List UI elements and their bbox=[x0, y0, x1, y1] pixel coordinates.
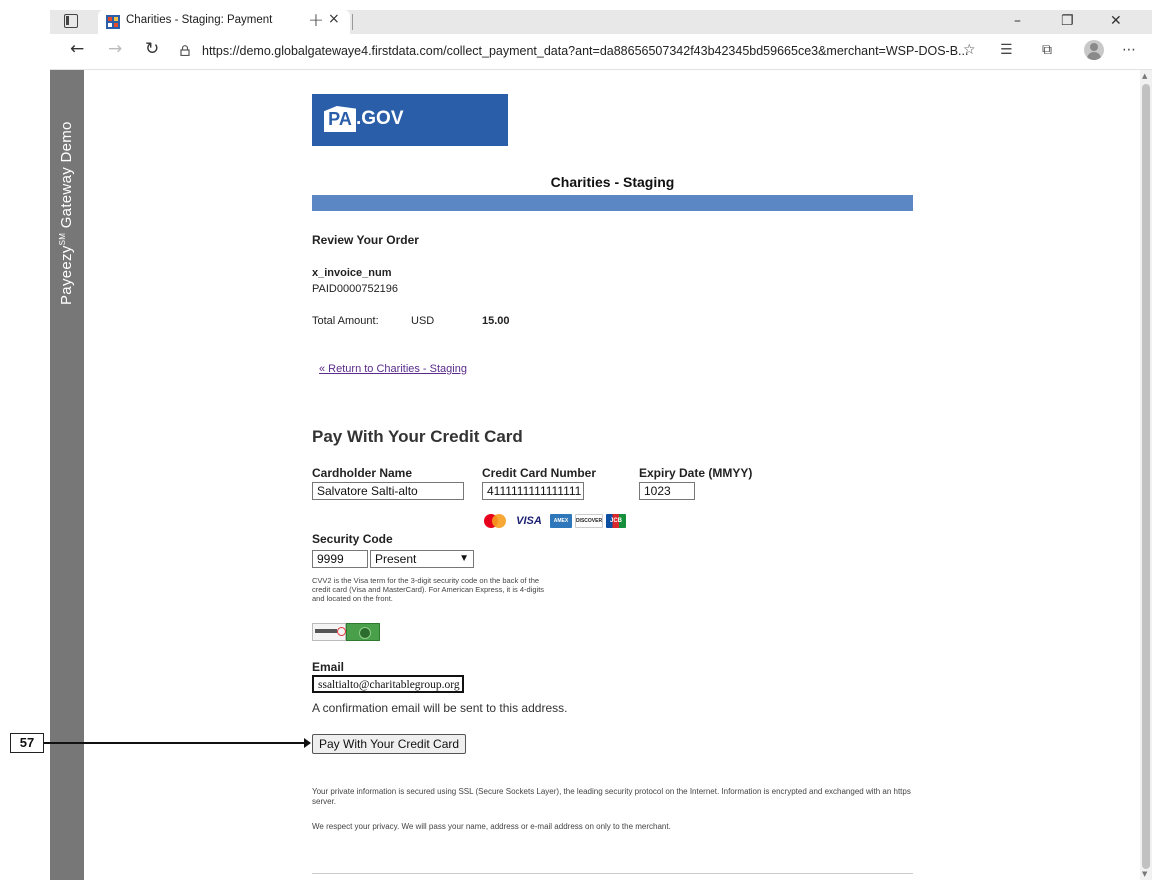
cardholder-label: Cardholder Name bbox=[312, 466, 413, 480]
logo-pa-mark: PA bbox=[324, 106, 356, 132]
return-to-merchant-link[interactable]: « Return to Charities - Staging bbox=[319, 363, 467, 375]
logo-gov-text: .GOV bbox=[356, 108, 404, 129]
scrollbar-thumb[interactable] bbox=[1142, 84, 1150, 869]
total-amount-label: Total Amount: bbox=[312, 315, 379, 327]
minimize-icon[interactable]: – bbox=[1014, 13, 1021, 29]
security-select-value: Present bbox=[375, 552, 417, 566]
more-menu-icon[interactable]: ⋯ bbox=[1122, 42, 1136, 58]
discover-icon: DISCOVER bbox=[575, 514, 603, 528]
merchant-title: Charities - Staging bbox=[550, 174, 675, 190]
payeezy-label-sup: SM bbox=[58, 232, 67, 246]
invoice-label: x_invoice_num bbox=[312, 267, 392, 279]
browser-address-bar: ← → ↻ https://demo.globalgatewaye4.first… bbox=[50, 34, 1152, 70]
cvv-help-text: CVV2 is the Visa term for the 3-digit se… bbox=[312, 576, 545, 603]
pay-with-credit-card-button[interactable]: Pay With Your Credit Card bbox=[312, 734, 467, 754]
favorites-add-icon[interactable]: ☆ bbox=[963, 42, 976, 58]
tab-separator bbox=[352, 14, 353, 30]
expiry-label: Expiry Date (MMYY) bbox=[639, 466, 753, 480]
restore-icon[interactable]: ❐ bbox=[1061, 13, 1074, 29]
mastercard-icon bbox=[482, 514, 508, 528]
payeezy-label-suffix: Gateway Demo bbox=[58, 121, 75, 233]
security-code-input[interactable]: 9999 bbox=[312, 550, 368, 568]
jcb-icon: JCB bbox=[606, 514, 626, 528]
currency-label: USD bbox=[411, 315, 435, 327]
annotation-label: 57 bbox=[10, 733, 44, 753]
annotation-pointer-line bbox=[44, 742, 306, 744]
amex-icon: AMEX bbox=[550, 514, 572, 528]
header-divider-bar bbox=[312, 195, 913, 211]
tab-close-icon[interactable]: × bbox=[328, 11, 340, 27]
lock-icon[interactable] bbox=[180, 45, 190, 56]
new-tab-icon[interactable]: + bbox=[308, 9, 324, 31]
card-number-input[interactable]: 4111111111111111 bbox=[482, 482, 584, 500]
back-icon[interactable]: ← bbox=[70, 39, 84, 59]
payeezy-label-main: Payeezy bbox=[58, 245, 75, 305]
favorites-icon[interactable]: ☰ bbox=[1000, 42, 1013, 58]
collections-icon[interactable]: ⧉ bbox=[1042, 42, 1052, 58]
card-back-icon bbox=[312, 623, 346, 641]
payment-page: PA .GOV Charities - Staging Review Your … bbox=[84, 70, 1140, 880]
screenshot-root: Charities - Staging: Payment × + – ❐ ✕ ←… bbox=[0, 0, 1152, 880]
visa-icon: VISA bbox=[516, 515, 542, 527]
privacy-note: We respect your privacy. We will pass yo… bbox=[312, 822, 671, 831]
scroll-up-icon[interactable]: ▲ bbox=[1142, 72, 1147, 80]
security-code-select[interactable]: Present ▼ bbox=[370, 550, 474, 568]
tab-title: Charities - Staging: Payment bbox=[126, 14, 273, 26]
cvv-location-image bbox=[312, 623, 380, 641]
invoice-value: PAID0000752196 bbox=[312, 283, 399, 295]
review-order-heading: Review Your Order bbox=[312, 233, 419, 247]
scroll-down-icon[interactable]: ▼ bbox=[1142, 870, 1147, 878]
total-amount-value: 15.00 bbox=[482, 315, 510, 327]
url-field[interactable]: https://demo.globalgatewaye4.firstdata.c… bbox=[202, 44, 972, 58]
refresh-icon[interactable]: ↻ bbox=[145, 39, 159, 59]
email-label: Email bbox=[312, 660, 345, 674]
tab-actions-icon[interactable] bbox=[64, 14, 78, 28]
pa-gov-logo: PA .GOV bbox=[312, 94, 508, 146]
ssl-security-note: Your private information is secured usin… bbox=[312, 787, 911, 806]
email-input[interactable]: ssaltialto@charitablegroup.org bbox=[312, 675, 464, 693]
favicon-icon bbox=[106, 15, 120, 29]
annotation-arrow-icon bbox=[304, 738, 311, 748]
chevron-down-icon: ▼ bbox=[459, 553, 469, 564]
card-number-label: Credit Card Number bbox=[482, 466, 597, 480]
pay-heading: Pay With Your Credit Card bbox=[312, 427, 523, 446]
cardholder-name-input[interactable]: Salvatore Salti-alto bbox=[312, 482, 464, 500]
page-scrollbar[interactable]: ▲ ▼ bbox=[1140, 70, 1152, 880]
security-code-label: Security Code bbox=[312, 532, 393, 546]
card-front-icon bbox=[346, 623, 380, 641]
profile-avatar[interactable] bbox=[1084, 40, 1104, 60]
close-window-icon[interactable]: ✕ bbox=[1110, 13, 1122, 29]
browser-tab-bar: Charities - Staging: Payment × + – ❐ ✕ bbox=[50, 9, 1152, 34]
forward-icon[interactable]: → bbox=[108, 39, 122, 59]
accepted-cards: VISA AMEX DISCOVER JCB bbox=[482, 514, 626, 528]
expiry-date-input[interactable]: 1023 bbox=[639, 482, 695, 500]
email-confirmation-note: A confirmation email will be sent to thi… bbox=[312, 701, 568, 715]
payeezy-side-label: PayeezySM Gateway Demo bbox=[58, 121, 75, 305]
footer-divider bbox=[312, 873, 913, 874]
